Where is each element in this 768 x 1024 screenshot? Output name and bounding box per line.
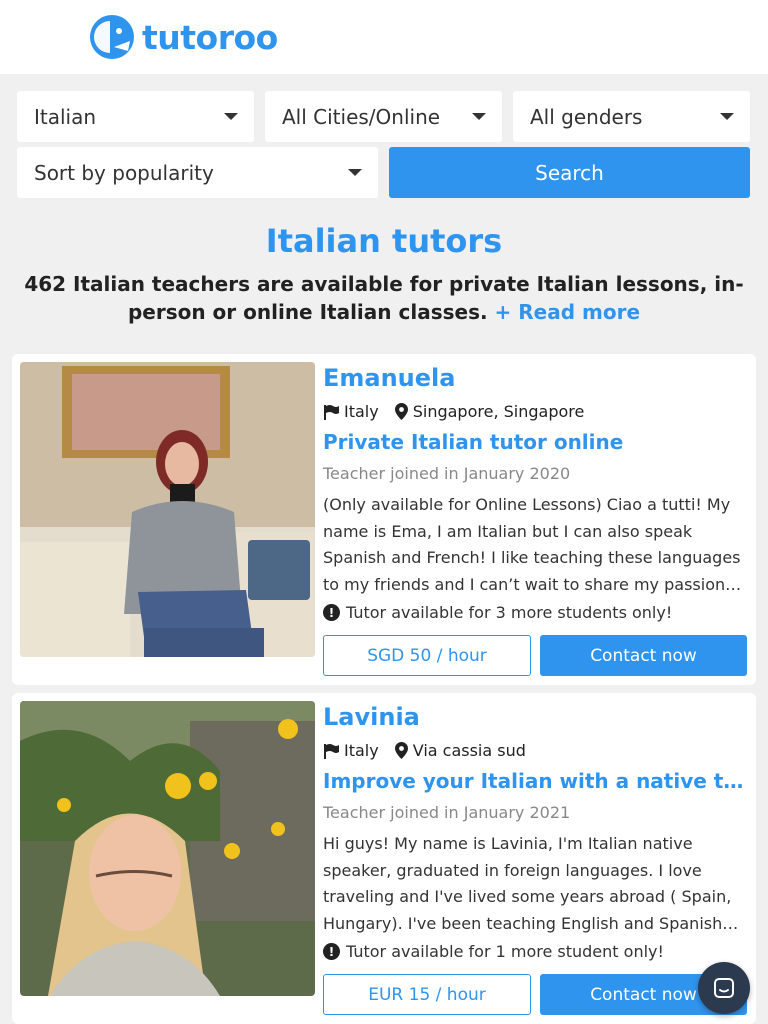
price-button[interactable]: SGD 50 / hour [323,635,531,676]
tutor-name[interactable]: Emanuela [323,364,455,392]
city-select[interactable]: All Cities/Online [265,91,502,142]
tutor-name[interactable]: Lavinia [323,703,420,731]
gender-select[interactable]: All genders [513,91,750,142]
map-marker-icon [394,403,408,420]
chat-bubble-icon [714,978,734,998]
chevron-down-icon [720,113,734,120]
brand-name[interactable]: tutoroo [142,18,278,57]
tutor-country: Italy [344,402,379,421]
page-title: Italian tutors [265,222,503,260]
tutor-description: Hi guys! My name is Lavinia, I'm Italian… [323,834,732,933]
tutoroo-logo-icon[interactable] [88,13,136,61]
tutor-availability: ! Tutor available for 1 more student onl… [323,942,664,961]
language-select-value: Italian [34,104,97,129]
chevron-down-icon [348,169,362,176]
language-select[interactable]: Italian [17,91,254,142]
tutor-headline[interactable]: Private Italian tutor online [323,430,749,454]
price-button[interactable]: EUR 15 / hour [323,974,531,1015]
tutor-photo[interactable] [20,362,315,657]
tutor-card[interactable]: Lavinia Italy Via cassia sud Improve you… [12,693,756,1024]
chat-launcher-button[interactable] [698,962,750,1014]
tutor-meta: Italy Singapore, Singapore [323,402,584,421]
availability-text: Tutor available for 3 more students only… [346,603,673,622]
tutor-location: Singapore, Singapore [412,402,585,421]
tutor-joined-date: Teacher joined in January 2020 [323,464,571,483]
sort-select-value: Sort by popularity [34,160,214,185]
chevron-down-icon [472,113,486,120]
city-select-value: All Cities/Online [282,104,441,129]
tutor-photo[interactable] [20,701,315,996]
tutor-meta: Italy Via cassia sud [323,741,526,760]
chevron-down-icon [224,113,238,120]
page-subtitle: 462 Italian teachers are available for p… [8,270,760,326]
tutor-card[interactable]: Emanuela Italy Singapore, Singapore Priv… [12,354,756,685]
map-marker-icon [394,742,408,759]
availability-text: Tutor available for 1 more student only! [346,942,664,961]
search-button[interactable]: Search [389,147,750,198]
tutor-description: (Only available for Online Lessons) Ciao… [323,495,741,594]
flag-icon [324,404,339,420]
contact-now-button[interactable]: Contact now [540,635,747,676]
exclamation-circle-icon: ! [323,604,340,621]
tutor-joined-date: Teacher joined in January 2021 [323,803,571,822]
read-more-link[interactable]: + Read more [495,300,640,324]
tutor-availability: ! Tutor available for 3 more students on… [323,603,672,622]
site-header: tutoroo [0,0,768,74]
tutor-location: Via cassia sud [412,741,526,760]
tutor-headline[interactable]: Improve your Italian with a native teach… [323,769,749,793]
exclamation-circle-icon: ! [323,943,340,960]
gender-select-value: All genders [530,104,643,129]
sort-select[interactable]: Sort by popularity [17,147,378,198]
tutor-country: Italy [344,741,379,760]
flag-icon [324,743,339,759]
